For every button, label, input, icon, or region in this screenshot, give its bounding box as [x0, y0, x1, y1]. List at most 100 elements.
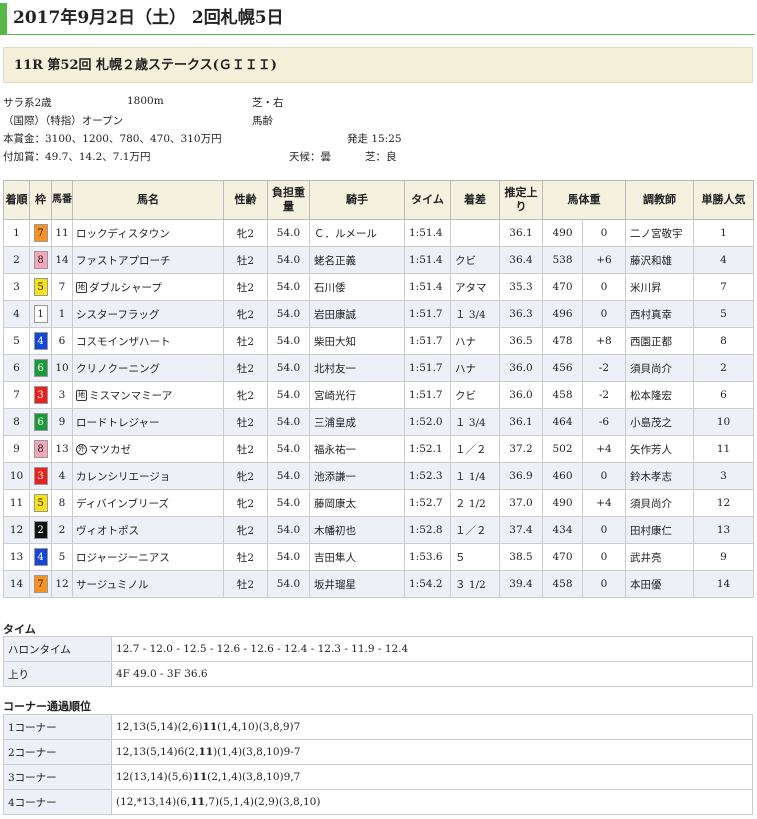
header-trainer: 調教師 [625, 180, 694, 220]
cell-time: 1:51.4 [404, 219, 451, 247]
cell-popularity: 10 [693, 408, 754, 436]
cell-last3f: 37.4 [499, 516, 543, 544]
cell-trainer[interactable]: 西園正都 [625, 327, 694, 355]
corners-table: 1コーナー 12,13(5,14)(2,6)11(1,4,10)(3,8,9)7… [3, 714, 753, 815]
horse-name-text[interactable]: ロックディスタウン [76, 228, 170, 240]
cell-margin: １ 3/4 [450, 408, 500, 436]
table-row: 4 1 1 シスターフラッグ 牝2 54.0 岩田康誠 1:51.7 １ 3/4 36.3 496 0… [3, 300, 754, 328]
cell-trainer[interactable]: 鈴木孝志 [625, 462, 694, 490]
cell-last3f: 36.0 [499, 354, 543, 382]
cell-weight: 54.0 [267, 381, 310, 409]
cell-trainer[interactable]: 小島茂之 [625, 408, 694, 436]
table-row: 5 4 6 コスモインザハート 牡2 54.0 柴田大知 1:51.7 ハナ 36.5 478 +8 西… [3, 327, 754, 355]
cell-last3f: 36.0 [499, 381, 543, 409]
cell-popularity: 8 [693, 327, 754, 355]
cell-jockey[interactable]: 石川倭 [309, 273, 405, 301]
waku-badge: 1 [33, 305, 48, 323]
cell-jockey[interactable]: 木幡初也 [309, 516, 405, 544]
waku-badge: 6 [33, 359, 48, 377]
cell-margin: アタマ [450, 273, 500, 301]
table-row: 8 6 9 ロードトレジャー 牡2 54.0 三浦皇成 1:52.0 １ 3/4 36.1 464-… [3, 408, 754, 436]
cell-popularity: 2 [693, 354, 754, 382]
cell-jockey[interactable]: 三浦皇成 [309, 408, 405, 436]
cell-jockey[interactable]: 坂井瑠星 [309, 570, 405, 598]
horse-name-text[interactable]: ロジャージーニアス [76, 552, 170, 564]
horse-name-text[interactable]: コスモインザハート [76, 336, 171, 348]
horse-name-text[interactable]: ミスマンマミーア [89, 390, 172, 402]
cell-jockey[interactable]: 蛯名正義 [309, 246, 405, 274]
cell-trainer[interactable]: 本田優 [625, 570, 694, 598]
horse-name-text[interactable]: シスターフラッグ [76, 309, 159, 321]
cell-trainer[interactable]: 松本隆宏 [625, 381, 694, 409]
cell-weight-diff: +8 [582, 327, 626, 355]
cell-trainer[interactable]: 須貝尚介 [625, 489, 694, 517]
time-value: 12.7 - 12.0 - 12.5 - 12.6 - 12.6 - 12.4 … [111, 636, 753, 662]
cell-sex-age: 牝2 [223, 462, 268, 490]
horse-name-text[interactable]: ロードトレジャー [76, 417, 159, 429]
table-row: 12 2 2 ヴィオトポス 牝2 54.0 木幡初也 1:52.8 １／２ 37.4 434 0 田村康… [3, 516, 754, 544]
cell-jockey[interactable]: 藤岡康太 [309, 489, 405, 517]
horse-name-text[interactable]: マツカゼ [89, 444, 131, 456]
cell-trainer[interactable]: 田村康仁 [625, 516, 694, 544]
cell-jockey[interactable]: 池添謙一 [309, 462, 405, 490]
cell-body-weight: 434 [542, 516, 583, 544]
cell-waku: 4 [29, 327, 52, 355]
cell-waku: 2 [29, 516, 52, 544]
cell-sex-age: 牡2 [223, 273, 268, 301]
header-waku: 枠 [29, 180, 52, 220]
cell-number: 4 [51, 462, 73, 490]
time-label: 上り [3, 661, 112, 687]
horse-name-text[interactable]: サージュミノル [76, 579, 149, 591]
cell-rank: 9 [3, 435, 30, 463]
cell-trainer[interactable]: 須貝尚介 [625, 354, 694, 382]
cell-trainer[interactable]: 武井亮 [625, 543, 694, 571]
horse-name-text[interactable]: ファストアプローチ [76, 255, 171, 267]
cell-jockey[interactable]: 北村友一 [309, 354, 405, 382]
table-row: 7 3 3 地ミスマンマミーア 牝2 54.0 宮崎光行 1:51.7 クビ 36.0 458 -2 松… [3, 381, 754, 409]
cell-trainer[interactable]: 米川昇 [625, 273, 694, 301]
table-row: 14 7 12 サージュミノル 牡2 54.0 坂井瑠星 1:54.2 ３ 1/2 39.4 458… [3, 570, 754, 598]
cell-sex-age: 牡2 [223, 543, 268, 571]
cell-waku: 5 [29, 273, 52, 301]
cell-jockey[interactable]: 岩田康誠 [309, 300, 405, 328]
corner-label: 2コーナー [3, 739, 112, 765]
cell-jockey[interactable]: 福永祐一 [309, 435, 405, 463]
horse-name-text[interactable]: クリノクーニング [76, 363, 160, 375]
horse-name-text[interactable]: ダブルシャープ [89, 282, 162, 294]
cell-number: 6 [51, 327, 73, 355]
cell-margin: １／２ [450, 435, 500, 463]
cell-trainer[interactable]: 矢作芳人 [625, 435, 694, 463]
cell-jockey[interactable]: 宮崎光行 [309, 381, 405, 409]
cell-waku: 6 [29, 354, 52, 382]
cell-jockey[interactable]: 柴田大知 [309, 327, 405, 355]
waku-badge: 8 [33, 440, 48, 458]
cell-time: 1:51.7 [404, 300, 451, 328]
cell-trainer[interactable]: 二ノ宮敬宇 [625, 219, 694, 247]
cell-trainer[interactable]: 西村真幸 [625, 300, 694, 328]
cell-jockey[interactable]: 吉田隼人 [309, 543, 405, 571]
cell-margin: クビ [450, 381, 500, 409]
cell-margin: １／２ [450, 516, 500, 544]
horse-name-text[interactable]: カレンシリエージョ [76, 471, 170, 483]
cell-margin [450, 219, 500, 247]
cell-time: 1:51.4 [404, 273, 451, 301]
horse-name-text[interactable]: ディバインブリーズ [76, 498, 169, 510]
cell-last3f: 37.2 [499, 435, 543, 463]
cell-popularity: 7 [693, 273, 754, 301]
cell-waku: 3 [29, 462, 52, 490]
cell-last3f: 36.1 [499, 408, 543, 436]
cell-jockey[interactable]: Ｃ．ルメール [309, 219, 405, 247]
horse-name-text[interactable]: ヴィオトポス [76, 525, 139, 537]
waku-badge: 8 [33, 251, 48, 269]
cell-horse-name: 地ダブルシャープ [72, 273, 224, 301]
cell-number: 12 [51, 570, 73, 598]
race-title: 11R 第52回 札幌２歳ステークス(ＧＩＩＩ) [3, 47, 753, 83]
waku-badge: 5 [33, 494, 48, 512]
cell-weight-diff: -6 [582, 408, 626, 436]
cell-margin: ３ 1/2 [450, 570, 500, 598]
header-margin: 着差 [450, 180, 500, 220]
waku-badge: 4 [33, 548, 48, 566]
cell-trainer[interactable]: 藤沢和雄 [625, 246, 694, 274]
waku-badge: 3 [33, 386, 48, 404]
cell-rank: 1 [3, 219, 30, 247]
